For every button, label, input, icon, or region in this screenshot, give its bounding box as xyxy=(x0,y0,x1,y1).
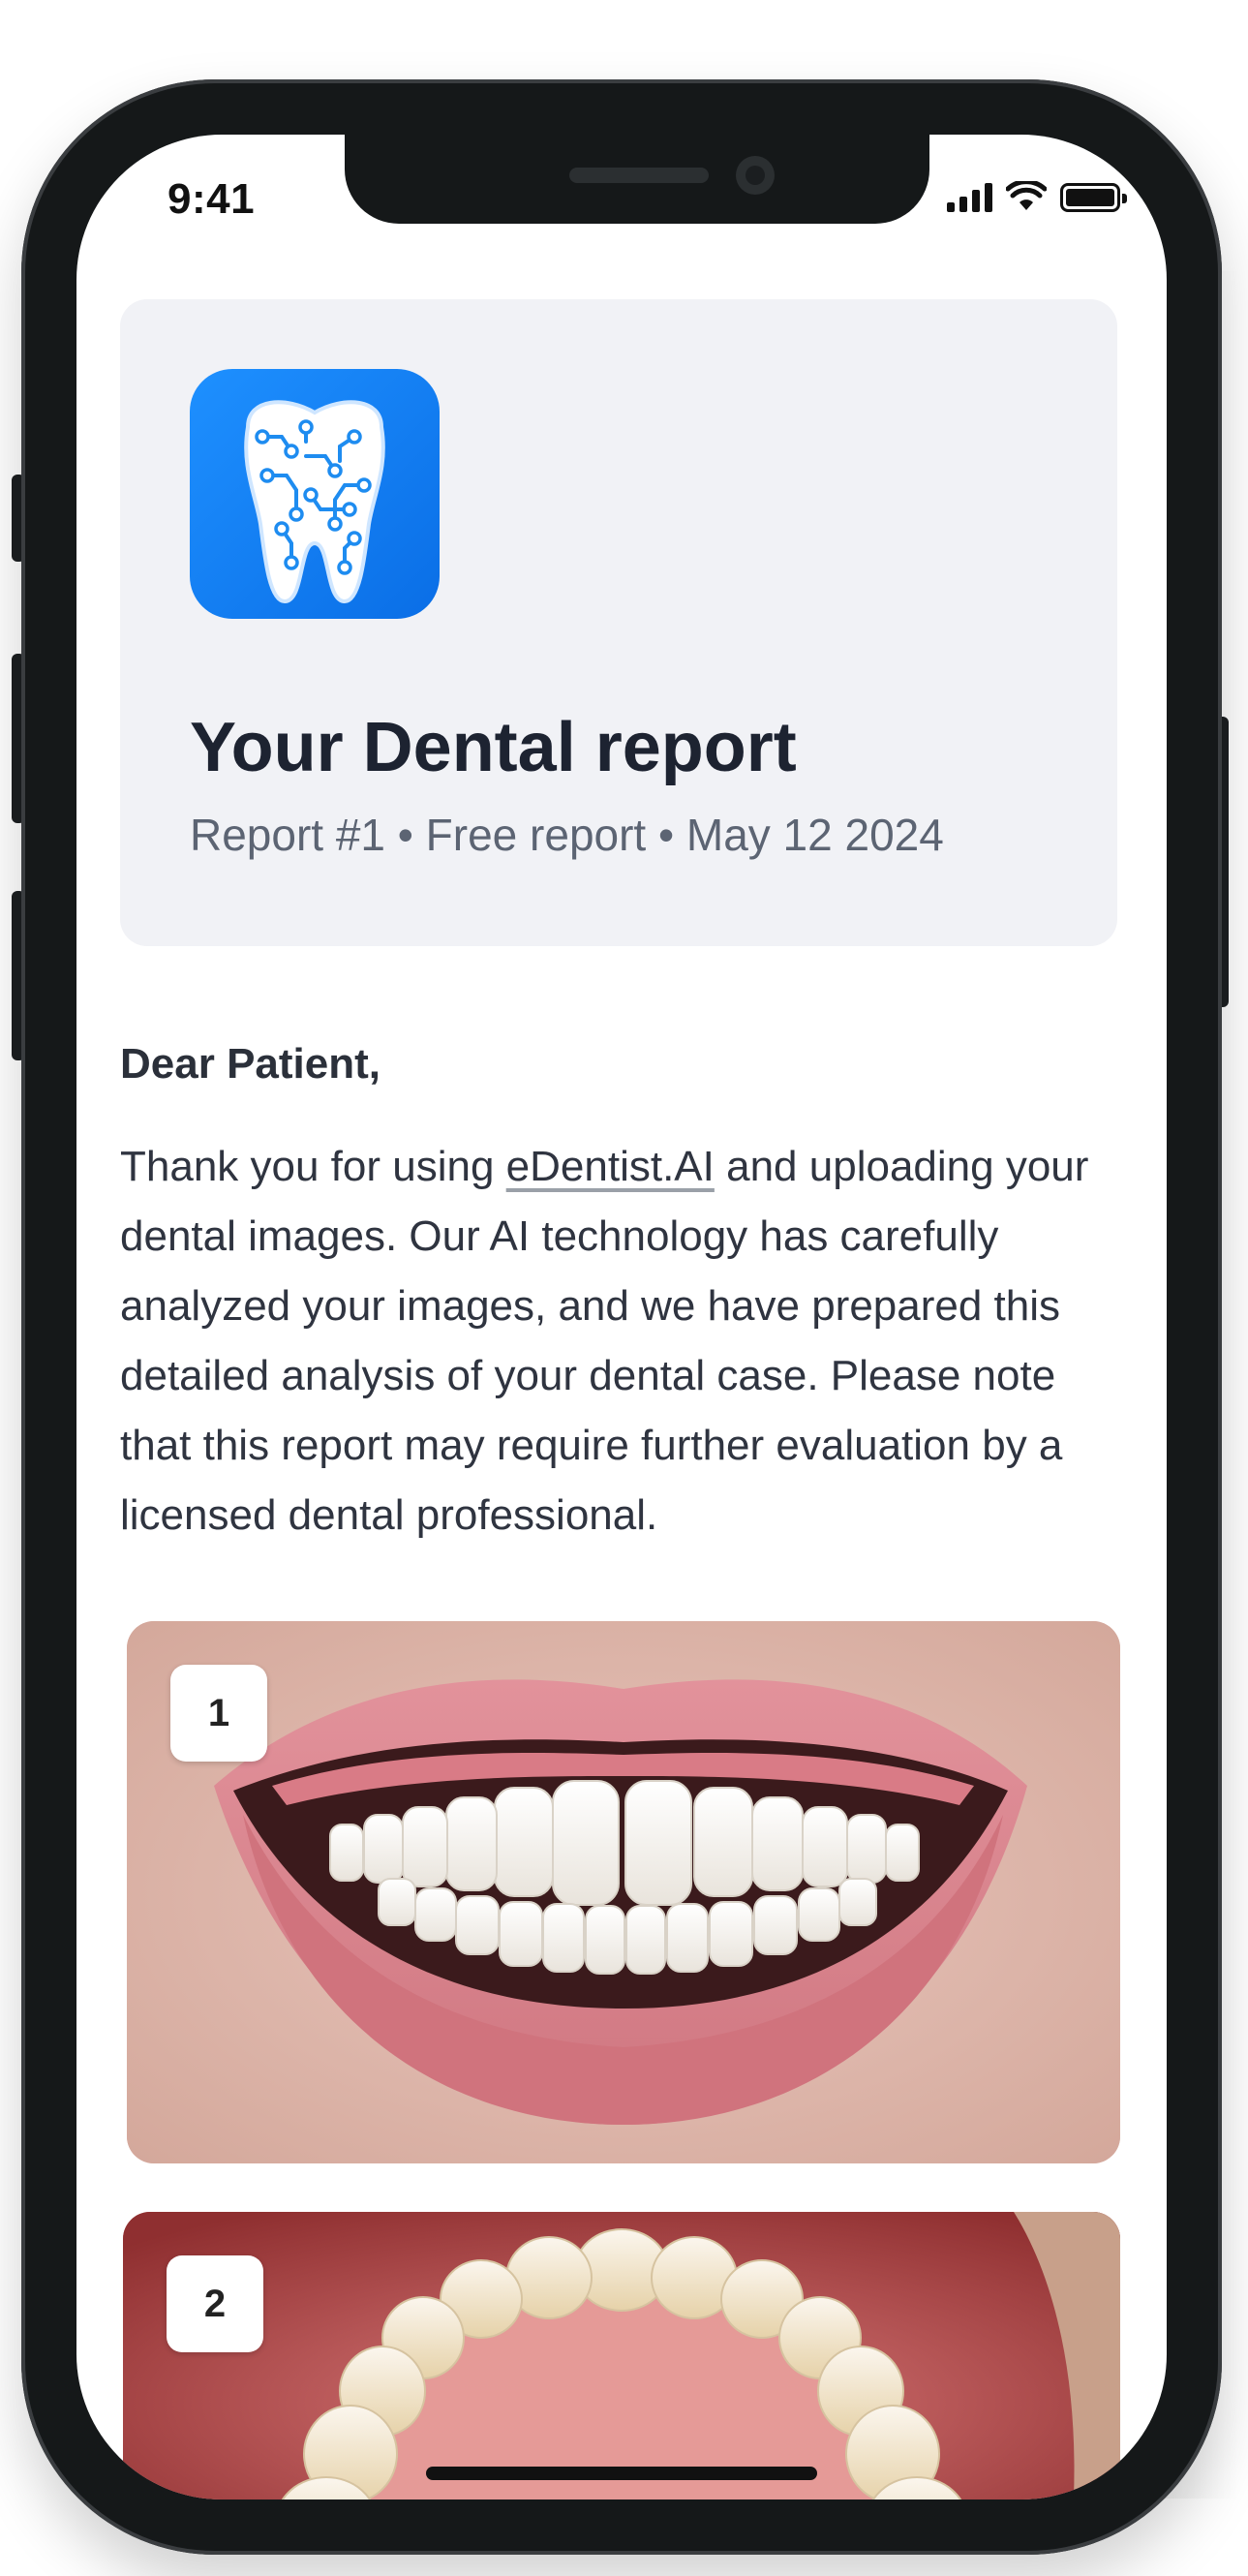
upper-arch-photo xyxy=(123,2212,1120,2499)
wifi-icon xyxy=(1006,181,1047,210)
image-number-badge: 1 xyxy=(170,1665,267,1762)
greeting: Dear Patient, xyxy=(120,1040,380,1088)
dental-image-2[interactable]: 2 xyxy=(123,2212,1120,2499)
tooth-logo-icon xyxy=(190,369,440,619)
phone-frame: 9:41 Your Dental report Report #1 • Free… xyxy=(21,79,1222,2555)
image-number-badge: 2 xyxy=(167,2255,263,2352)
dental-image-1[interactable]: 1 xyxy=(127,1621,1120,2163)
report-meta: Report #1 • Free report • May 12 2024 xyxy=(190,810,944,860)
notch xyxy=(345,135,929,224)
edentist-link[interactable]: eDentist.AI xyxy=(506,1143,715,1190)
report-header-card: Your Dental report Report #1 • Free repo… xyxy=(120,299,1117,946)
intro-text-after-link: and uploading your dental images. Our AI… xyxy=(120,1143,1089,1539)
battery-icon xyxy=(1060,183,1127,212)
intro-paragraph: Thank you for using eDentist.AI and uplo… xyxy=(120,1132,1127,1550)
report-title: Your Dental report xyxy=(190,709,797,786)
front-camera xyxy=(736,156,775,195)
smile-photo xyxy=(127,1621,1120,2163)
status-icons xyxy=(947,181,1127,212)
speaker-grille xyxy=(569,168,709,183)
home-indicator[interactable] xyxy=(426,2467,817,2480)
cellular-signal-icon xyxy=(947,181,992,212)
status-time: 9:41 xyxy=(167,175,256,223)
intro-text-before-link: Thank you for using xyxy=(120,1143,506,1190)
phone-screen: 9:41 Your Dental report Report #1 • Free… xyxy=(76,135,1167,2499)
